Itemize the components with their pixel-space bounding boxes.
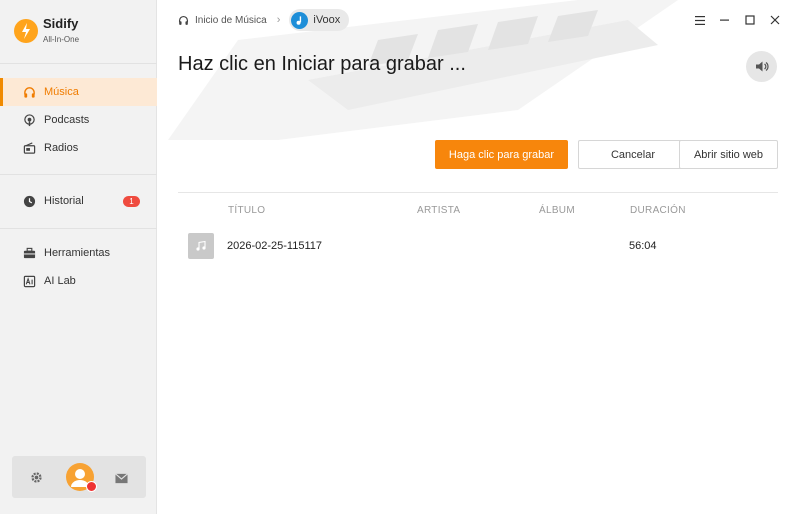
column-header-artist[interactable]: ARTISTA xyxy=(417,205,460,216)
column-header-title[interactable]: TÍTULO xyxy=(228,205,265,216)
sidebar: Sidify All-In-One Música Podcasts Radios… xyxy=(0,0,157,514)
toolbox-icon xyxy=(22,246,36,260)
sidebar-item-ai-lab[interactable]: AI Lab xyxy=(0,267,157,295)
menu-icon[interactable] xyxy=(692,12,708,28)
main-content: Inicio de Música › iVoox Haz clic en Ini… xyxy=(158,0,800,514)
breadcrumb: Inicio de Música › iVoox xyxy=(178,9,350,31)
table-divider xyxy=(178,192,778,193)
divider xyxy=(0,174,157,175)
column-header-album[interactable]: ÁLBUM xyxy=(539,205,575,216)
headphones-icon xyxy=(22,85,36,99)
music-note-icon xyxy=(188,233,214,259)
account-status-icon xyxy=(86,481,97,492)
headphones-icon xyxy=(178,15,189,25)
ai-lab-icon xyxy=(22,274,36,288)
column-header-duration[interactable]: DURACIÓN xyxy=(630,205,686,216)
divider xyxy=(0,228,157,229)
radio-icon xyxy=(22,141,36,155)
speaker-icon[interactable] xyxy=(746,51,777,82)
podcast-icon xyxy=(22,113,36,127)
sidebar-item-label: Música xyxy=(44,86,79,98)
app-logo: Sidify All-In-One xyxy=(14,17,79,45)
maximize-icon[interactable] xyxy=(742,12,758,28)
sidebar-item-historial[interactable]: Historial 1 xyxy=(0,187,157,215)
notification-badge: 1 xyxy=(123,196,140,207)
page-title: Haz clic en Iniciar para grabar ... xyxy=(178,53,466,75)
open-website-button[interactable]: Abrir sitio web xyxy=(679,140,778,169)
breadcrumb-current: iVoox xyxy=(289,9,350,31)
breadcrumb-home-label: Inicio de Música xyxy=(195,14,267,26)
row-title: 2026-02-25-115117 xyxy=(227,240,323,252)
sidebar-item-label: AI Lab xyxy=(44,275,76,287)
clock-icon xyxy=(22,194,36,208)
breadcrumb-home[interactable]: Inicio de Música xyxy=(178,15,267,26)
breadcrumb-current-label: iVoox xyxy=(313,14,341,26)
ivoox-logo-icon xyxy=(291,11,309,29)
sidify-logo-icon xyxy=(14,19,38,43)
app-name: Sidify xyxy=(43,16,79,31)
cancel-button[interactable]: Cancelar xyxy=(578,140,688,169)
sidebar-item-musica[interactable]: Música xyxy=(0,78,157,106)
divider xyxy=(0,63,157,64)
sidebar-item-label: Herramientas xyxy=(44,247,111,259)
record-button[interactable]: Haga clic para grabar xyxy=(435,140,568,169)
table-row[interactable]: 2026-02-25-115117 56:04 xyxy=(178,229,778,263)
close-icon[interactable] xyxy=(767,12,783,28)
chevron-right-icon: › xyxy=(276,14,281,26)
sidebar-item-label: Radios xyxy=(44,142,79,154)
sidebar-item-label: Podcasts xyxy=(44,114,90,126)
gear-icon[interactable] xyxy=(30,471,43,489)
sidebar-item-herramientas[interactable]: Herramientas xyxy=(0,239,157,267)
sidebar-bottom-bar xyxy=(12,456,146,498)
minimize-icon[interactable] xyxy=(717,12,733,28)
sidebar-item-podcasts[interactable]: Podcasts xyxy=(0,106,157,134)
sidebar-item-radios[interactable]: Radios xyxy=(0,134,157,162)
sidebar-item-label: Historial xyxy=(44,195,84,207)
mail-icon[interactable] xyxy=(115,471,128,489)
app-subtitle: All-In-One xyxy=(43,35,80,44)
row-duration: 56:04 xyxy=(629,240,657,252)
user-avatar-icon[interactable] xyxy=(66,463,97,492)
